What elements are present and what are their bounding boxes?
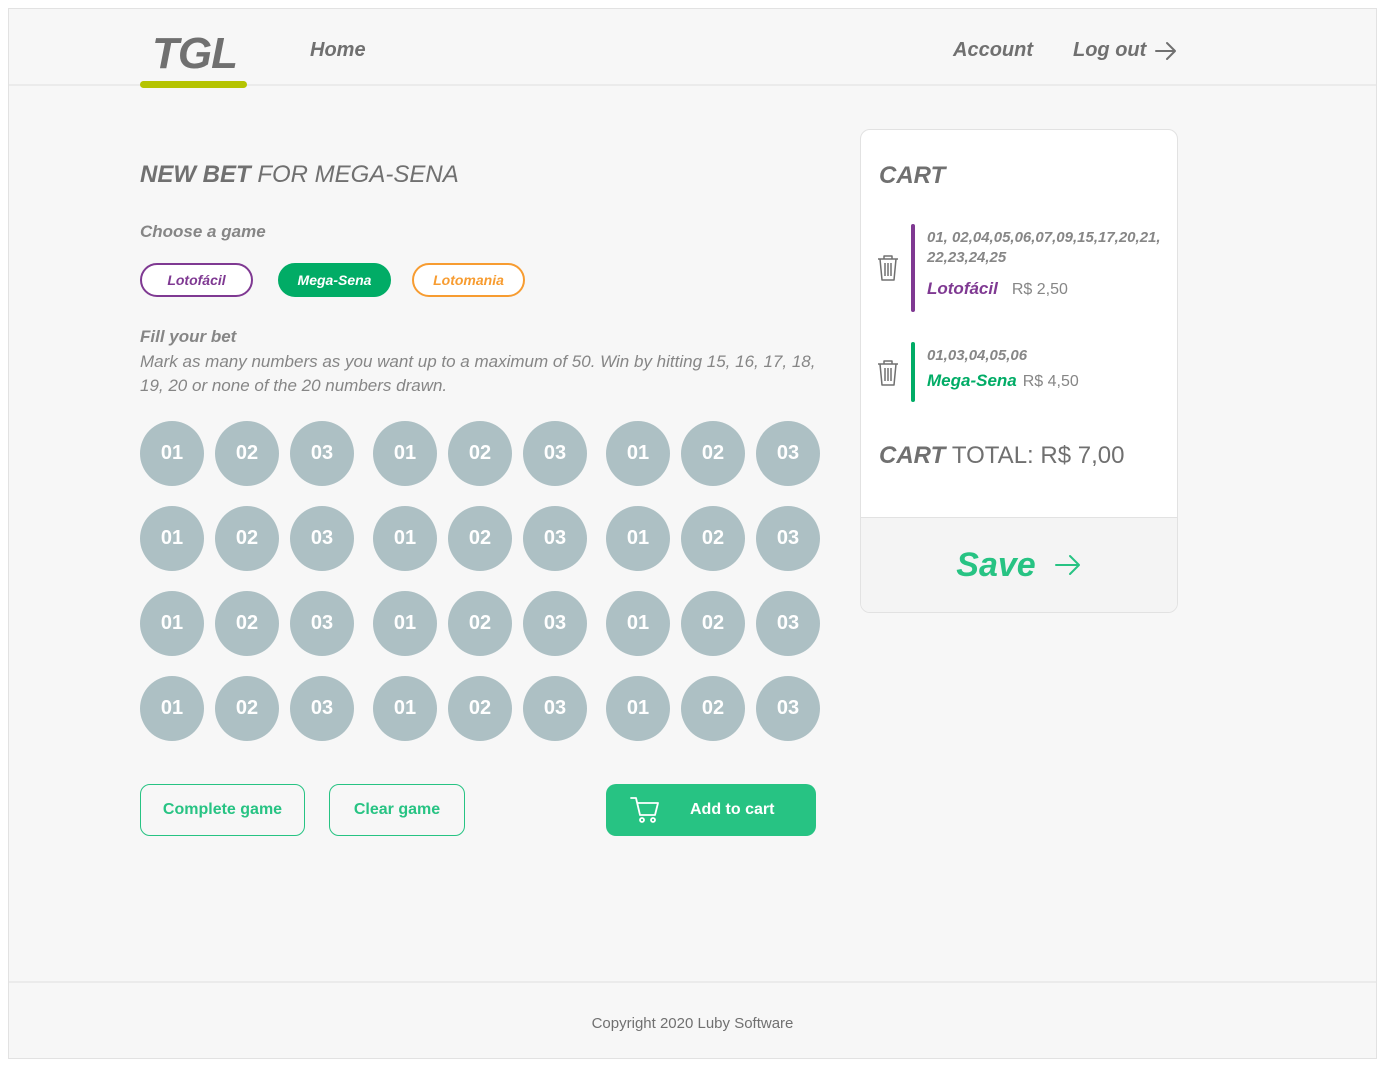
number-ball[interactable]: 03 <box>756 421 820 486</box>
number-ball[interactable]: 01 <box>373 506 437 571</box>
add-to-cart-button[interactable]: Add to cart <box>606 784 816 836</box>
cart-item-game: Lotofácil <box>927 279 998 298</box>
arrow-right-icon <box>1054 555 1080 575</box>
cart-item-meta: Lotofácil R$ 2,50 <box>927 279 1068 299</box>
number-ball[interactable]: 03 <box>756 506 820 571</box>
number-ball[interactable]: 03 <box>290 421 354 486</box>
cart-panel: CART 01, 02,04,05,06,07,09,15,17,20,21, … <box>860 129 1178 613</box>
number-ball[interactable]: 02 <box>448 676 512 741</box>
number-ball[interactable]: 01 <box>140 506 204 571</box>
number-ball[interactable]: 03 <box>290 591 354 656</box>
game-button-lotofacil[interactable]: Lotofácil <box>140 263 253 297</box>
trash-icon[interactable] <box>875 359 901 387</box>
cart-item-meta: Mega-Sena R$ 4,50 <box>927 371 1079 391</box>
number-ball[interactable]: 02 <box>681 591 745 656</box>
save-label: Save <box>956 545 1036 584</box>
add-to-cart-label: Add to cart <box>690 801 775 818</box>
number-ball[interactable]: 02 <box>448 591 512 656</box>
cart-item-color-bar <box>911 342 915 402</box>
clear-game-button[interactable]: Clear game <box>329 784 465 836</box>
number-ball[interactable]: 02 <box>681 506 745 571</box>
cart-icon <box>630 797 659 823</box>
logout-label: Log out <box>1073 39 1147 61</box>
title-light: FOR MEGA-SENA <box>257 161 459 188</box>
save-button[interactable]: Save <box>861 517 1177 612</box>
cart-item-price: R$ 4,50 <box>1022 373 1079 390</box>
complete-game-button[interactable]: Complete game <box>140 784 305 836</box>
copyright-text: Copyright 2020 Luby Software <box>591 1015 794 1032</box>
game-button-megasena[interactable]: Mega-Sena <box>278 263 391 297</box>
arrow-right-icon <box>1155 41 1177 60</box>
cart-item-price: R$ 2,50 <box>1011 281 1068 298</box>
cart-item-numbers: 01, 02,04,05,06,07,09,15,17,20,21, 22,23… <box>927 229 1161 266</box>
number-ball[interactable]: 03 <box>523 421 587 486</box>
number-ball[interactable]: 01 <box>606 421 670 486</box>
cart-total-bold: CART <box>879 442 946 469</box>
number-ball[interactable]: 01 <box>373 676 437 741</box>
number-ball[interactable]: 01 <box>606 591 670 656</box>
fill-bet-description: Mark as many numbers as you want up to a… <box>140 352 816 395</box>
number-ball[interactable]: 02 <box>448 421 512 486</box>
number-ball[interactable]: 03 <box>290 676 354 741</box>
logo[interactable]: TGL <box>152 29 238 79</box>
number-ball[interactable]: 02 <box>215 591 279 656</box>
fill-bet-label: Fill your bet <box>140 327 237 346</box>
number-ball[interactable]: 03 <box>756 591 820 656</box>
number-ball[interactable]: 01 <box>373 421 437 486</box>
number-ball[interactable]: 01 <box>606 506 670 571</box>
header: TGL Home Account Log out <box>9 9 1376 88</box>
number-ball[interactable]: 02 <box>681 421 745 486</box>
number-ball[interactable]: 02 <box>215 676 279 741</box>
choose-game-label: Choose a game <box>140 222 266 241</box>
cart-total: CART TOTAL: R$ 7,00 <box>879 442 1124 470</box>
nav-home-link[interactable]: Home <box>310 39 366 62</box>
number-ball[interactable]: 01 <box>140 421 204 486</box>
number-ball[interactable]: 01 <box>140 676 204 741</box>
number-ball[interactable]: 02 <box>681 676 745 741</box>
cart-title: CART <box>879 162 946 189</box>
number-ball[interactable]: 02 <box>448 506 512 571</box>
cart-item: 01, 02,04,05,06,07,09,15,17,20,21, 22,23… <box>875 224 1165 312</box>
cart-total-value: TOTAL: R$ 7,00 <box>951 442 1125 469</box>
number-ball[interactable]: 03 <box>523 676 587 741</box>
number-ball[interactable]: 03 <box>756 676 820 741</box>
cart-item-numbers: 01,03,04,05,06 <box>927 347 1028 364</box>
number-ball[interactable]: 03 <box>523 591 587 656</box>
page-title: NEW BET FOR MEGA-SENA <box>140 161 459 189</box>
number-ball[interactable]: 02 <box>215 421 279 486</box>
title-bold: NEW BET <box>140 161 251 188</box>
number-ball[interactable]: 01 <box>606 676 670 741</box>
nav-account-link[interactable]: Account <box>953 39 1033 62</box>
number-ball[interactable]: 03 <box>523 506 587 571</box>
trash-icon[interactable] <box>875 254 901 282</box>
number-grid: 01 02 03 01 02 03 01 02 03 01 02 03 01 02 03 01 02 03 01 02… <box>140 421 830 741</box>
game-button-lotomania[interactable]: Lotomania <box>412 263 525 297</box>
cart-item-game: Mega-Sena <box>927 371 1017 390</box>
app-frame: TGL Home Account Log out NEW BET FOR MEG… <box>8 8 1377 1059</box>
number-ball[interactable]: 03 <box>290 506 354 571</box>
cart-item-color-bar <box>911 224 915 312</box>
nav-logout-link[interactable]: Log out <box>1073 39 1178 62</box>
number-ball[interactable]: 01 <box>140 591 204 656</box>
footer: Copyright 2020 Luby Software <box>9 981 1376 1058</box>
number-ball[interactable]: 01 <box>373 591 437 656</box>
number-ball[interactable]: 02 <box>215 506 279 571</box>
cart-item: 01,03,04,05,06 Mega-Sena R$ 4,50 <box>875 342 1165 404</box>
logo-underline <box>140 81 247 88</box>
